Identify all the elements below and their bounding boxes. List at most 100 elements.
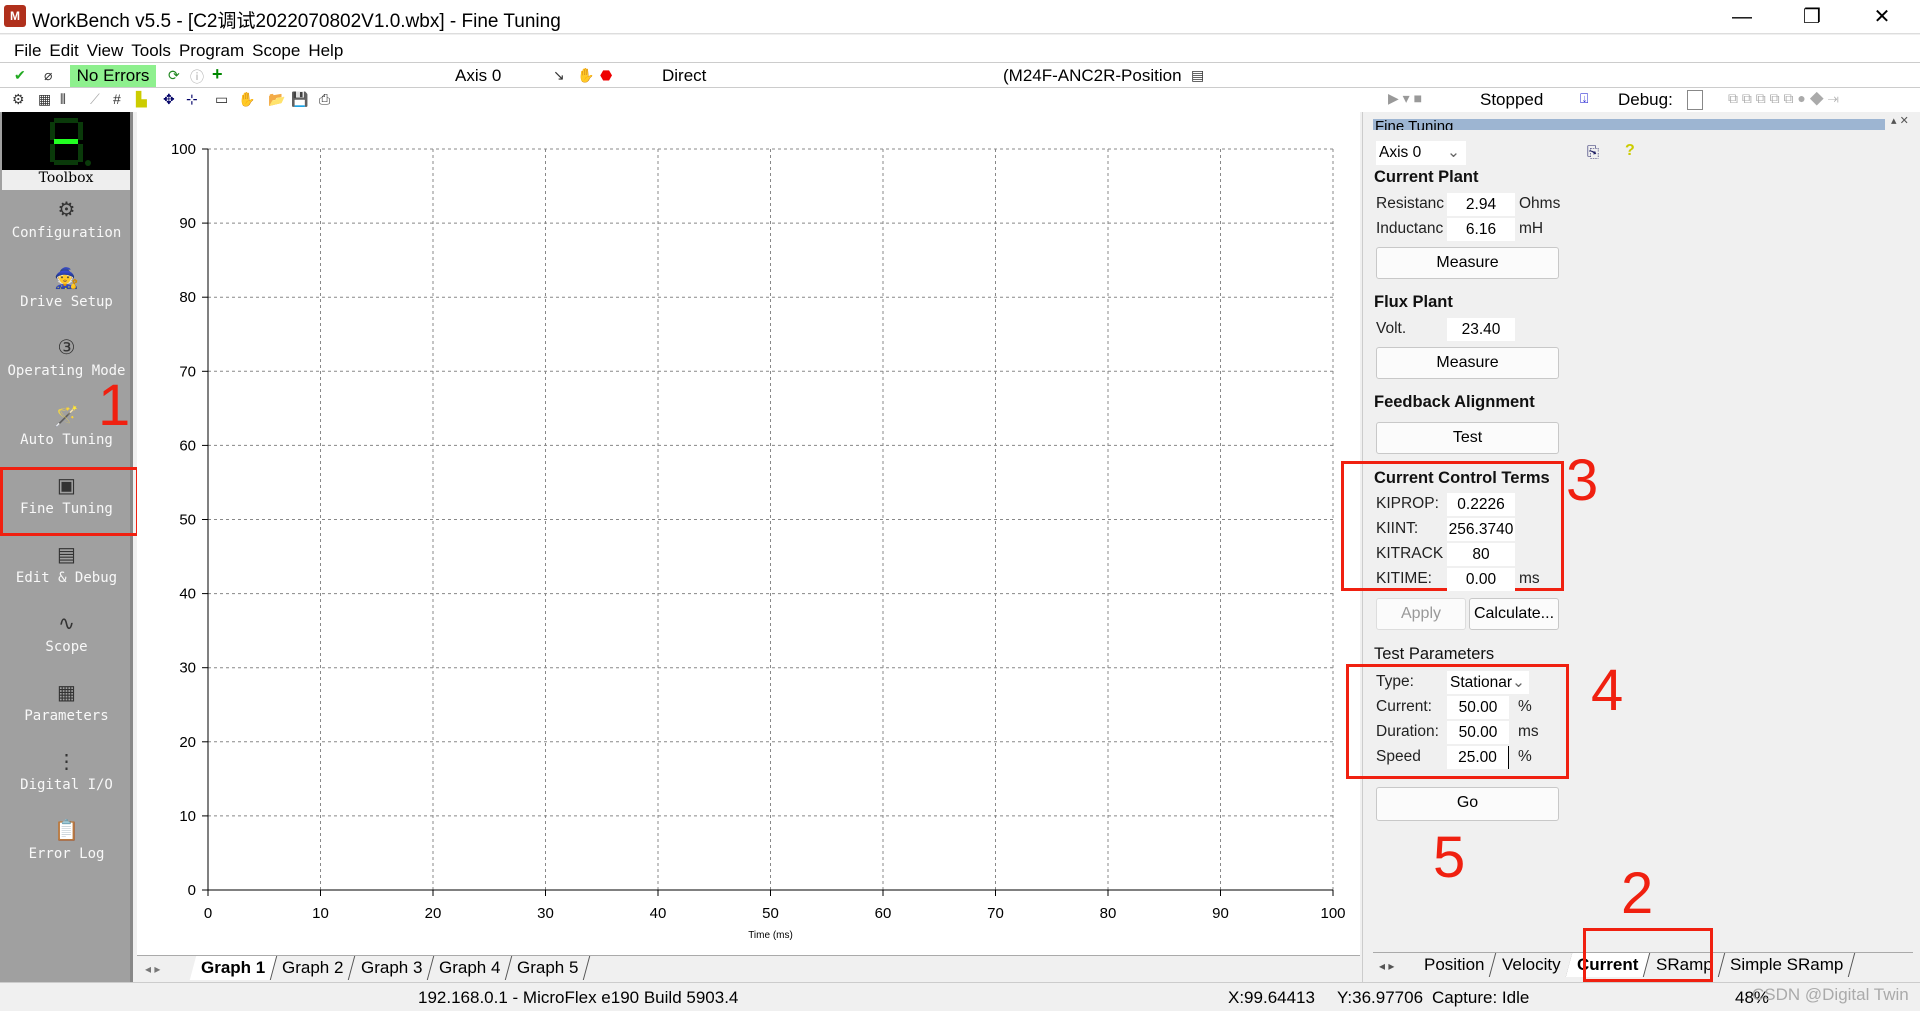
- dial-123-icon: ③: [57, 337, 76, 359]
- current-field[interactable]: 50.00: [1447, 696, 1509, 719]
- sidebar-item-drive-setup[interactable]: 🧙 Drive Setup: [0, 259, 133, 328]
- close-button[interactable]: ✕: [1852, 2, 1912, 32]
- open-icon[interactable]: 📂: [268, 91, 285, 108]
- kiprop-field[interactable]: 0.2226: [1447, 493, 1515, 516]
- tab-graph-4[interactable]: Graph 4: [427, 956, 513, 980]
- x-tick-label: 90: [1212, 905, 1229, 922]
- print-icon[interactable]: ⎙: [319, 91, 330, 108]
- toolbox-sidebar: Toolbox ⚙ Configuration 🧙 Drive Setup ③ Opera…: [0, 112, 139, 982]
- menu-tools[interactable]: Tools: [127, 35, 175, 61]
- minimize-button[interactable]: —: [1712, 2, 1772, 32]
- tab-graph-2[interactable]: Graph 2: [270, 956, 356, 980]
- tab-scroll-arrows[interactable]: ◂ ▸: [145, 962, 160, 976]
- hand-pan-icon[interactable]: ✋: [238, 91, 255, 108]
- fft-icon[interactable]: ⫴: [60, 91, 66, 108]
- eraser-icon[interactable]: ⌀: [44, 67, 52, 84]
- copy-icon[interactable]: ⎘: [1587, 144, 1599, 161]
- hand-icon[interactable]: ✋: [577, 67, 594, 84]
- app-logo-icon: M: [4, 5, 26, 27]
- type-select[interactable]: Stationar ⌄: [1447, 671, 1529, 694]
- kitrack-field[interactable]: 80: [1447, 543, 1515, 566]
- feedback-alignment-heading: Feedback Alignment: [1374, 393, 1535, 411]
- refresh-icon[interactable]: ⟳: [168, 67, 180, 84]
- sidebar-item-parameters[interactable]: ▦ Parameters: [0, 673, 133, 742]
- chart-svg[interactable]: 0 10 20 30 40 50 60 70 80 90 100 0 10 20 30 40 50 60 70 80 9…: [137, 112, 1360, 955]
- test-button[interactable]: Test: [1376, 422, 1559, 454]
- kitime-unit: ms: [1519, 570, 1540, 587]
- sidebar-item-edit-debug[interactable]: ▤ Edit & Debug: [0, 535, 133, 604]
- sidebar-item-configuration[interactable]: ⚙ Configuration: [0, 190, 133, 259]
- tab-graph-1[interactable]: Graph 1: [189, 956, 278, 980]
- sidebar-item-scope[interactable]: ∿ Scope: [0, 604, 133, 673]
- tab-label: Position: [1424, 955, 1485, 974]
- tab-graph-3[interactable]: Graph 3: [349, 956, 435, 980]
- panel-close-icon[interactable]: ▴ ✕: [1891, 114, 1909, 127]
- go-button[interactable]: Go: [1376, 787, 1559, 821]
- measure-flux-button[interactable]: Measure: [1376, 347, 1559, 379]
- tab-graph-5[interactable]: Graph 5: [506, 956, 592, 980]
- sidebar-item-digital-i-o[interactable]: ⋮ Digital I/O: [0, 742, 133, 811]
- select-icon[interactable]: ▭: [215, 91, 228, 108]
- parameters-icon: ▦: [57, 682, 76, 704]
- apply-button[interactable]: Apply: [1376, 598, 1466, 630]
- current-label: Current:: [1376, 698, 1432, 715]
- measure-current-button[interactable]: Measure: [1376, 247, 1559, 279]
- add-icon[interactable]: +: [212, 64, 223, 85]
- sidebar-item-error-log[interactable]: 📋 Error Log: [0, 811, 133, 880]
- zoom-icon[interactable]: ⊹: [186, 91, 198, 108]
- menu-edit[interactable]: Edit: [45, 35, 82, 61]
- volt-field[interactable]: 23.40: [1447, 318, 1515, 341]
- help-icon[interactable]: ?: [1625, 142, 1635, 160]
- kiint-field[interactable]: 256.3740: [1447, 518, 1515, 541]
- current-plant-heading: Current Plant: [1374, 168, 1479, 186]
- resistance-field[interactable]: 2.94: [1447, 193, 1515, 216]
- tab-velocity[interactable]: Velocity: [1490, 953, 1573, 977]
- toolbox-title: Toolbox: [2, 170, 130, 190]
- kitrack-label: KITRACK: [1376, 545, 1444, 562]
- calculator-icon[interactable]: ▦: [38, 91, 51, 108]
- debug-checkbox[interactable]: [1687, 90, 1703, 110]
- seven-segment-display: [2, 112, 130, 170]
- current-unit: %: [1518, 698, 1532, 715]
- inductance-unit: mH: [1519, 220, 1544, 237]
- tab-simple-sramp[interactable]: Simple SRamp: [1718, 953, 1856, 977]
- info-icon[interactable]: ⓘ: [190, 67, 204, 87]
- mode-label: Direct: [662, 66, 707, 85]
- axes-icon[interactable]: ▙: [136, 91, 147, 108]
- tab-scroll-arrows[interactable]: ◂ ▸: [1379, 959, 1394, 973]
- inductance-field[interactable]: 6.16: [1447, 218, 1515, 241]
- duration-field[interactable]: 50.00: [1447, 721, 1509, 744]
- calculate-button[interactable]: Calculate...: [1469, 598, 1559, 630]
- menu-view[interactable]: View: [83, 35, 128, 61]
- step-icon[interactable]: ⍗: [1580, 90, 1588, 107]
- sidebar-item-label: Parameters: [24, 708, 109, 724]
- y-tick-label: 50: [179, 512, 196, 529]
- chart-icon[interactable]: ⟋: [90, 91, 100, 108]
- menu-file[interactable]: File: [10, 35, 45, 61]
- grid-icon[interactable]: #: [113, 91, 121, 107]
- debug-tools-icon[interactable]: ⧉ ⧉ ⧉ ⧉ ⧉ ● ◆ ⇥: [1728, 90, 1839, 107]
- tab-position[interactable]: Position: [1413, 953, 1498, 977]
- menu-scope[interactable]: Scope: [248, 35, 304, 61]
- y-tick-label: 0: [188, 882, 196, 899]
- save-icon[interactable]: 💾: [291, 91, 308, 108]
- document-icon[interactable]: ▤: [1191, 67, 1204, 84]
- axis-label[interactable]: Axis 0: [455, 66, 501, 86]
- pan-icon[interactable]: ✥: [163, 91, 175, 108]
- arrow-icon[interactable]: ↘: [553, 67, 565, 84]
- scope-graph[interactable]: 0 10 20 30 40 50 60 70 80 90 100 0 10 20 30 40 50 60 70 80 9…: [137, 112, 1360, 955]
- check-icon[interactable]: ✔: [14, 67, 26, 84]
- sidebar-item-label: Drive Setup: [20, 294, 113, 310]
- kitime-field[interactable]: 0.00: [1447, 568, 1515, 591]
- menu-program[interactable]: Program: [175, 35, 248, 61]
- y-tick-label: 70: [179, 363, 196, 380]
- y-tick-label: 100: [171, 141, 196, 158]
- maximize-button[interactable]: ❐: [1782, 2, 1842, 32]
- y-tick-label: 90: [179, 215, 196, 232]
- stop-icon[interactable]: ⬣: [600, 67, 612, 84]
- settings-icon[interactable]: ⚙: [12, 91, 25, 108]
- speed-field[interactable]: 25.00: [1447, 746, 1509, 769]
- menu-help[interactable]: Help: [304, 35, 347, 61]
- axis-select[interactable]: Axis 0 ⌄: [1376, 141, 1466, 165]
- play-icon[interactable]: ▶ ▾ ■: [1388, 90, 1422, 107]
